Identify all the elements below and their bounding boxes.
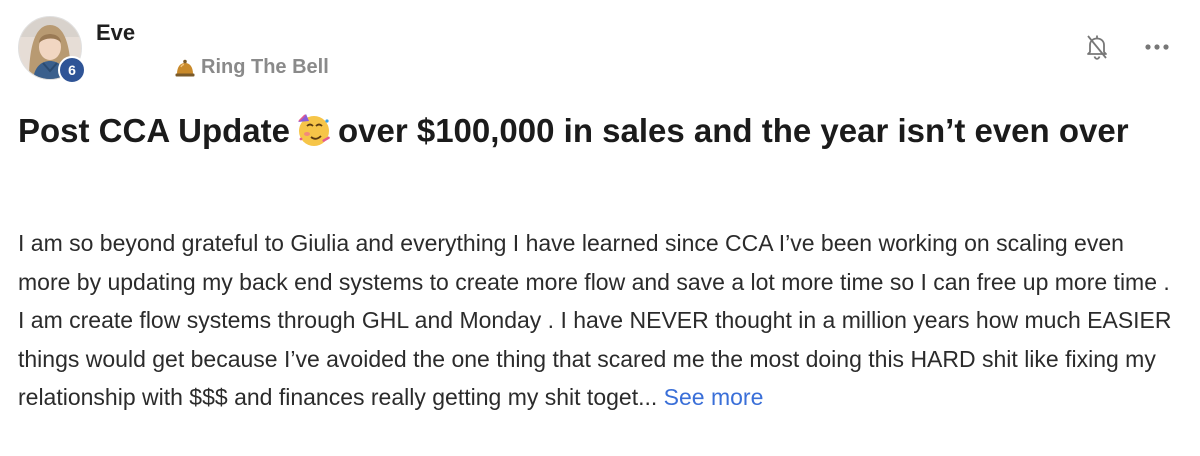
bell-icon — [174, 57, 196, 79]
category-label[interactable]: Ring The Bell — [174, 56, 329, 79]
notifications-toggle-button[interactable] — [1082, 32, 1112, 62]
post-title[interactable]: Post CCA Update over $100,000 in sales an… — [18, 104, 1178, 158]
title-part2: over $100,000 in sales and the year isn’… — [337, 112, 1129, 149]
bell-off-icon — [1087, 35, 1107, 60]
author-name[interactable]: Eve — [96, 20, 135, 46]
post-body[interactable]: I am so beyond grateful to Giulia and ev… — [18, 224, 1182, 417]
more-options-button[interactable] — [1142, 32, 1172, 62]
author-avatar-wrap[interactable]: 6 — [18, 16, 86, 84]
level-badge: 6 — [58, 56, 86, 84]
title-part1: Post CCA Update — [18, 112, 290, 149]
see-more-link[interactable]: See more — [664, 384, 764, 410]
post-body-text: I am so beyond grateful to Giulia and ev… — [18, 230, 1172, 411]
post-actions — [1082, 32, 1172, 62]
post-card: 6 Eve Ring The Bell Post CCA Update over… — [0, 0, 1200, 456]
more-horizontal-icon — [1145, 44, 1169, 50]
category-text: Ring The Bell — [201, 56, 329, 78]
partying-face-icon — [296, 110, 332, 146]
